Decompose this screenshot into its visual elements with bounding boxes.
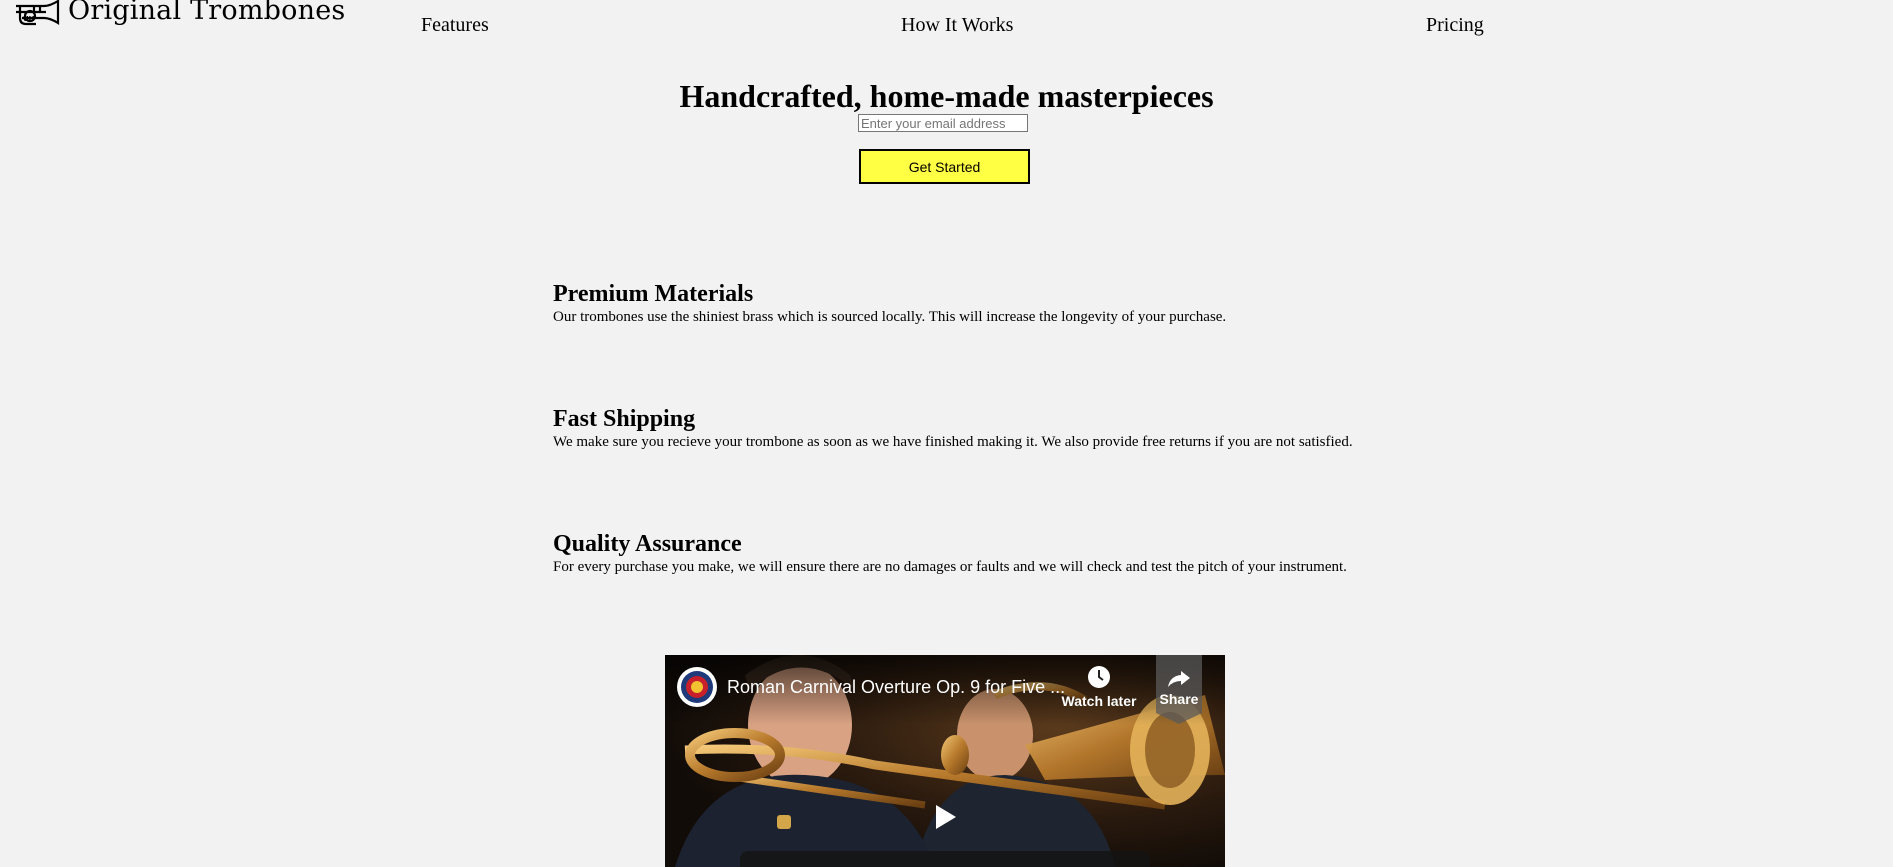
svg-text:UH: UH (23, 15, 35, 23)
nav-link-features[interactable]: Features (421, 13, 489, 37)
feature-title: Quality Assurance (553, 531, 742, 557)
feature-text: We make sure you recieve your trombone a… (553, 434, 1353, 450)
hero-title: Handcrafted, home-made masterpieces (679, 78, 1214, 114)
brand-logo[interactable]: UH Original Trombones (14, 0, 345, 28)
play-icon[interactable] (926, 799, 962, 835)
clock-icon (1088, 666, 1110, 688)
get-started-button[interactable]: Get Started (859, 149, 1030, 184)
feature-text: Our trombones use the shiniest brass whi… (553, 309, 1227, 325)
feature-text: For every purchase you make, we will ens… (553, 559, 1347, 575)
channel-avatar-icon[interactable] (677, 667, 717, 707)
watch-later-button[interactable]: Watch later (1059, 665, 1139, 709)
feature-title: Fast Shipping (553, 406, 696, 432)
trombone-logo-icon: UH (16, 0, 60, 26)
video-title[interactable]: Roman Carnival Overture Op. 9 for Five .… (727, 676, 1065, 698)
feature-fast-shipping: Fast Shipping We make sure you recieve y… (553, 405, 1453, 452)
video-player[interactable]: Roman Carnival Overture Op. 9 for Five .… (665, 655, 1225, 867)
feature-quality-assurance: Quality Assurance For every purchase you… (553, 530, 1453, 577)
watch-later-label: Watch later (1061, 693, 1137, 709)
nav-link-pricing[interactable]: Pricing (1426, 13, 1484, 37)
site-header: UH Original Trombones Features How It Wo… (0, 0, 1893, 50)
feature-title: Premium Materials (553, 281, 754, 307)
share-label: Share (1159, 691, 1199, 707)
nav-link-how-it-works[interactable]: How It Works (901, 13, 1013, 37)
share-arrow-icon (1168, 671, 1190, 687)
email-input[interactable] (858, 114, 1028, 132)
video-control-bar (740, 851, 1150, 867)
brand-name: Original Trombones (68, 0, 346, 26)
share-button[interactable]: Share (1156, 655, 1202, 724)
feature-premium-materials: Premium Materials Our trombones use the … (553, 280, 1453, 327)
